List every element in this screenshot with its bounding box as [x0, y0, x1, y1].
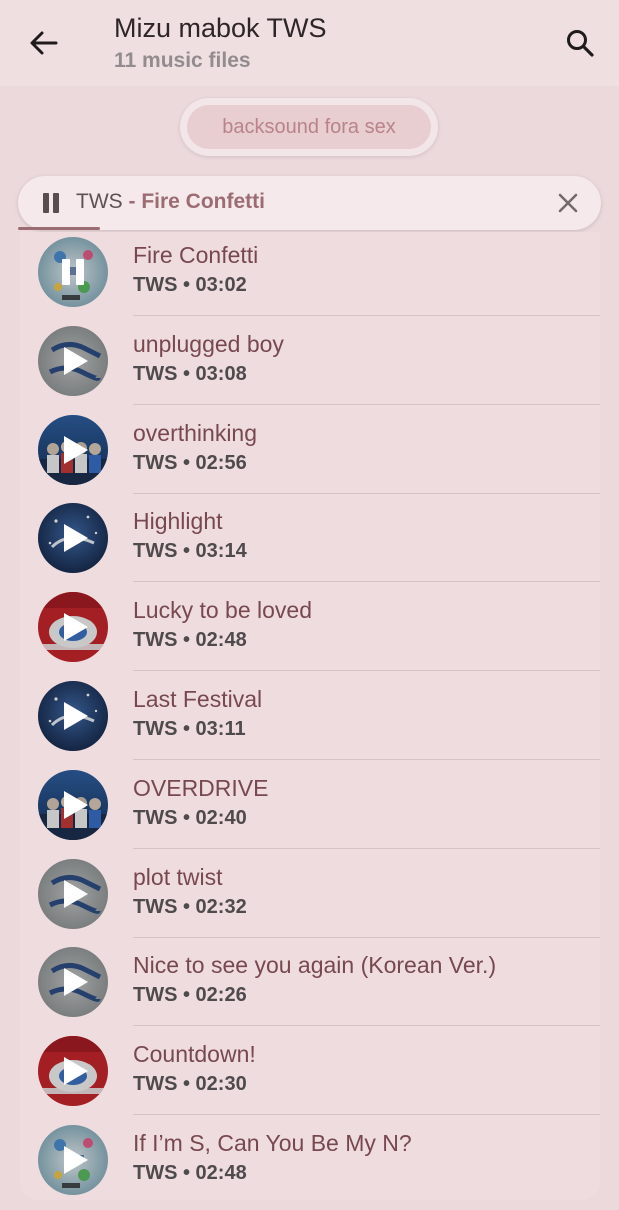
track-meta: TWS • 03:14: [133, 540, 247, 563]
row-divider: [133, 1114, 600, 1116]
track-title: OVERDRIVE: [133, 774, 269, 801]
playback-progress-bar: [18, 227, 100, 230]
row-divider: [133, 670, 600, 672]
track-row[interactable]: Last Festival TWS • 03:11: [20, 678, 600, 766]
search-icon: [567, 30, 594, 57]
track-row[interactable]: overthinking TWS • 02:56: [20, 412, 600, 500]
track-meta: TWS • 02:56: [133, 451, 247, 474]
album-art[interactable]: [38, 237, 108, 307]
album-art[interactable]: [38, 414, 108, 485]
app-bar: Mizu mabok TWS 11 music files: [0, 0, 619, 86]
row-divider: [133, 403, 600, 405]
track-title: Countdown!: [133, 1041, 256, 1068]
row-divider: [133, 1025, 600, 1027]
album-art[interactable]: [38, 858, 108, 929]
album-art[interactable]: [38, 325, 108, 396]
row-divider: [133, 315, 600, 316]
track-title: Fire Confetti: [133, 242, 259, 268]
track-meta: TWS • 03:02: [133, 274, 247, 296]
track-row[interactable]: Lucky to be loved TWS • 02:48: [20, 589, 600, 677]
row-divider: [133, 581, 600, 583]
track-row[interactable]: If I’m S, Can You Be My N? TWS • 02:48: [20, 1122, 600, 1210]
pause-icon[interactable]: [40, 191, 62, 215]
track-meta: TWS • 02:30: [133, 1073, 247, 1096]
track-row[interactable]: OVERDRIVE TWS • 02:40: [20, 767, 600, 855]
page-title: Mizu mabok TWS: [114, 13, 327, 43]
track-meta: TWS • 02:40: [133, 806, 247, 829]
album-art[interactable]: [38, 592, 108, 663]
track-title: plot twist: [133, 863, 223, 890]
album-art[interactable]: [38, 503, 108, 574]
now-playing-artist: TWS: [76, 190, 123, 213]
track-list: Fire Confetti TWS • 03:02 unplugged boy TWS…: [20, 232, 600, 1200]
now-playing-title: TWS - Fire Confetti: [76, 190, 265, 214]
row-divider: [133, 492, 600, 494]
album-art[interactable]: [38, 769, 108, 840]
track-title: Highlight: [133, 508, 223, 535]
filter-chip[interactable]: backsound fora sex: [187, 105, 431, 149]
album-art[interactable]: [38, 1036, 108, 1107]
track-title: Lucky to be loved: [133, 597, 313, 624]
track-row[interactable]: Fire Confetti TWS • 03:02: [20, 234, 600, 322]
track-title: If I’m S, Can You Be My N?: [133, 1130, 412, 1156]
track-row[interactable]: unplugged boy TWS • 03:08: [20, 323, 600, 411]
track-row[interactable]: plot twist TWS • 02:32: [20, 856, 600, 944]
close-button[interactable]: [554, 189, 582, 217]
track-meta: TWS • 02:48: [133, 1162, 247, 1184]
filter-chip-container: backsound fora sex: [180, 98, 438, 156]
file-count: 11 music files: [114, 49, 251, 72]
row-divider: [133, 847, 600, 849]
track-title: unplugged boy: [133, 330, 284, 357]
track-meta: TWS • 03:08: [133, 362, 247, 385]
close-icon: [558, 193, 578, 213]
now-playing-track: Fire Confetti: [141, 190, 265, 213]
album-art[interactable]: [38, 681, 108, 751]
search-button[interactable]: [558, 22, 602, 64]
track-row[interactable]: Highlight TWS • 03:14: [20, 500, 600, 588]
track-row[interactable]: Nice to see you again (Korean Ver.) TWS •…: [20, 944, 600, 1032]
row-divider: [133, 936, 600, 938]
album-art[interactable]: [38, 1125, 108, 1195]
row-divider: [133, 759, 600, 760]
album-art[interactable]: [38, 947, 108, 1018]
track-title: overthinking: [133, 419, 258, 446]
now-playing-separator: -: [122, 190, 142, 213]
mini-player[interactable]: TWS - Fire Confetti: [18, 176, 601, 230]
track-meta: TWS • 02:32: [133, 895, 247, 918]
arrow-left-icon: [30, 31, 58, 55]
track-meta: TWS • 02:26: [133, 984, 247, 1007]
back-button[interactable]: [22, 22, 64, 64]
track-meta: TWS • 03:11: [133, 718, 246, 740]
track-title: Nice to see you again (Korean Ver.): [133, 952, 497, 979]
track-title: Last Festival: [133, 686, 263, 712]
track-row[interactable]: Countdown! TWS • 02:30: [20, 1033, 600, 1121]
track-meta: TWS • 02:48: [133, 629, 247, 652]
